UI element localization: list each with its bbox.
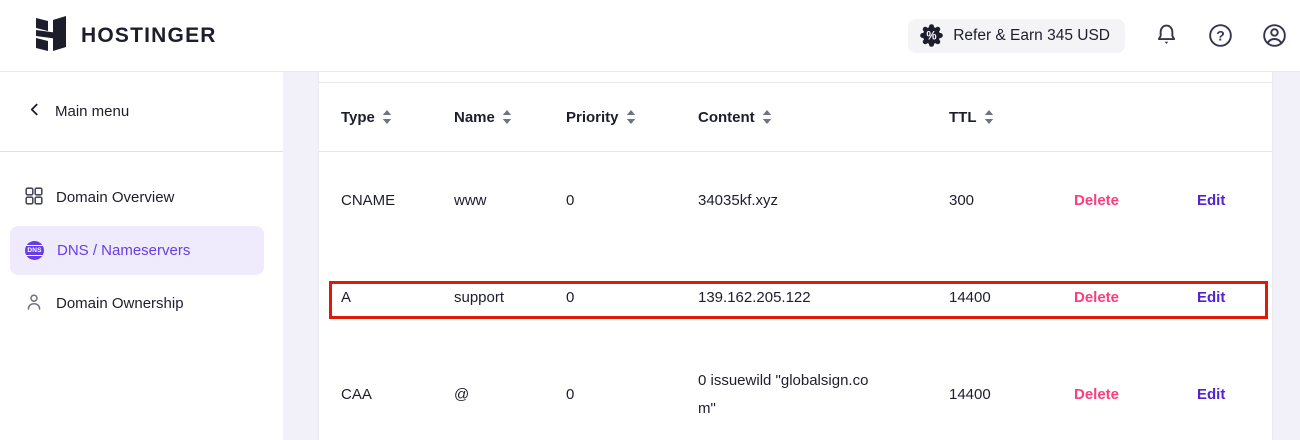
- chevron-left-icon: [28, 103, 41, 120]
- sort-icon[interactable]: [984, 110, 994, 124]
- cell-name: www: [454, 192, 566, 209]
- dns-globe-icon: DNS: [25, 241, 44, 260]
- table-row-cname: CNAME www 0 34035kf.xyz 300 Delete Edit: [319, 152, 1272, 249]
- edit-button[interactable]: Edit: [1197, 192, 1248, 209]
- cell-type: CNAME: [341, 192, 454, 209]
- account-icon[interactable]: [1261, 22, 1288, 49]
- cell-priority: 0: [566, 192, 698, 209]
- brand-wordmark: HOSTINGER: [81, 24, 217, 48]
- cell-content: 34035kf.xyz: [698, 187, 876, 215]
- sidebar-item-label: Domain Ownership: [56, 295, 184, 312]
- sidebar: Main menu Domain Overview DNS DNS / Name…: [0, 72, 283, 440]
- dns-table-header: Type Name Priority: [319, 83, 1272, 152]
- dns-records-panel: Type Name Priority: [283, 72, 1300, 440]
- column-header-content[interactable]: Content: [698, 109, 949, 126]
- sidebar-item-domain-ownership[interactable]: Domain Ownership: [10, 279, 264, 328]
- person-icon: [25, 293, 43, 315]
- hostinger-logo[interactable]: HOSTINGER: [35, 14, 217, 57]
- table-row-caa: CAA @ 0 0 issuewild "globalsign.com" 144…: [319, 346, 1272, 440]
- sidebar-item-label: DNS / Nameservers: [57, 242, 190, 259]
- sort-icon[interactable]: [626, 110, 636, 124]
- cell-ttl: 14400: [949, 289, 1074, 306]
- column-header-ttl[interactable]: TTL: [949, 109, 1074, 126]
- cell-priority: 0: [566, 386, 698, 403]
- hostinger-logo-icon: [35, 14, 68, 57]
- column-header-type[interactable]: Type: [341, 109, 454, 126]
- cell-type: A: [341, 289, 454, 306]
- sidebar-item-domain-overview[interactable]: Domain Overview: [10, 173, 264, 222]
- cell-content: 0 issuewild "globalsign.com": [698, 367, 876, 423]
- cell-ttl: 14400: [949, 386, 1074, 403]
- table-row-a-highlighted: A support 0 139.162.205.122 14400 Delete…: [319, 249, 1272, 346]
- cell-type: CAA: [341, 386, 454, 403]
- bell-icon[interactable]: [1153, 22, 1180, 49]
- sidebar-item-dns-nameservers[interactable]: DNS DNS / Nameservers: [10, 226, 264, 275]
- delete-button[interactable]: Delete: [1074, 386, 1197, 403]
- cell-ttl: 300: [949, 192, 1074, 209]
- cell-content: 139.162.205.122: [698, 284, 876, 312]
- delete-button[interactable]: Delete: [1074, 289, 1197, 306]
- dns-records-card: Type Name Priority: [318, 72, 1273, 440]
- cell-name: support: [454, 289, 566, 306]
- column-header-name[interactable]: Name: [454, 109, 566, 126]
- main-menu-label: Main menu: [55, 103, 129, 120]
- cell-priority: 0: [566, 289, 698, 306]
- edit-button[interactable]: Edit: [1197, 289, 1248, 306]
- edit-button[interactable]: Edit: [1197, 386, 1248, 403]
- sort-icon[interactable]: [762, 110, 772, 124]
- cell-name: @: [454, 386, 566, 403]
- sort-icon[interactable]: [502, 110, 512, 124]
- percent-badge-icon: %: [920, 24, 943, 47]
- column-header-priority[interactable]: Priority: [566, 109, 698, 126]
- sort-icon[interactable]: [382, 110, 392, 124]
- help-icon[interactable]: ?: [1207, 22, 1234, 49]
- delete-button[interactable]: Delete: [1074, 192, 1197, 209]
- sidebar-item-label: Domain Overview: [56, 189, 174, 206]
- card-top-divider: [319, 72, 1272, 83]
- grid-icon: [25, 187, 43, 209]
- refer-earn-button[interactable]: % Refer & Earn 345 USD: [908, 19, 1125, 53]
- main-menu-back[interactable]: Main menu: [0, 72, 283, 152]
- sidebar-nav: Domain Overview DNS DNS / Nameservers Do…: [0, 152, 283, 328]
- refer-earn-label: Refer & Earn 345 USD: [953, 27, 1110, 45]
- app-header: HOSTINGER % Refer & Earn 345 USD: [0, 0, 1300, 72]
- svg-text:%: %: [927, 31, 937, 43]
- svg-text:?: ?: [1216, 27, 1225, 43]
